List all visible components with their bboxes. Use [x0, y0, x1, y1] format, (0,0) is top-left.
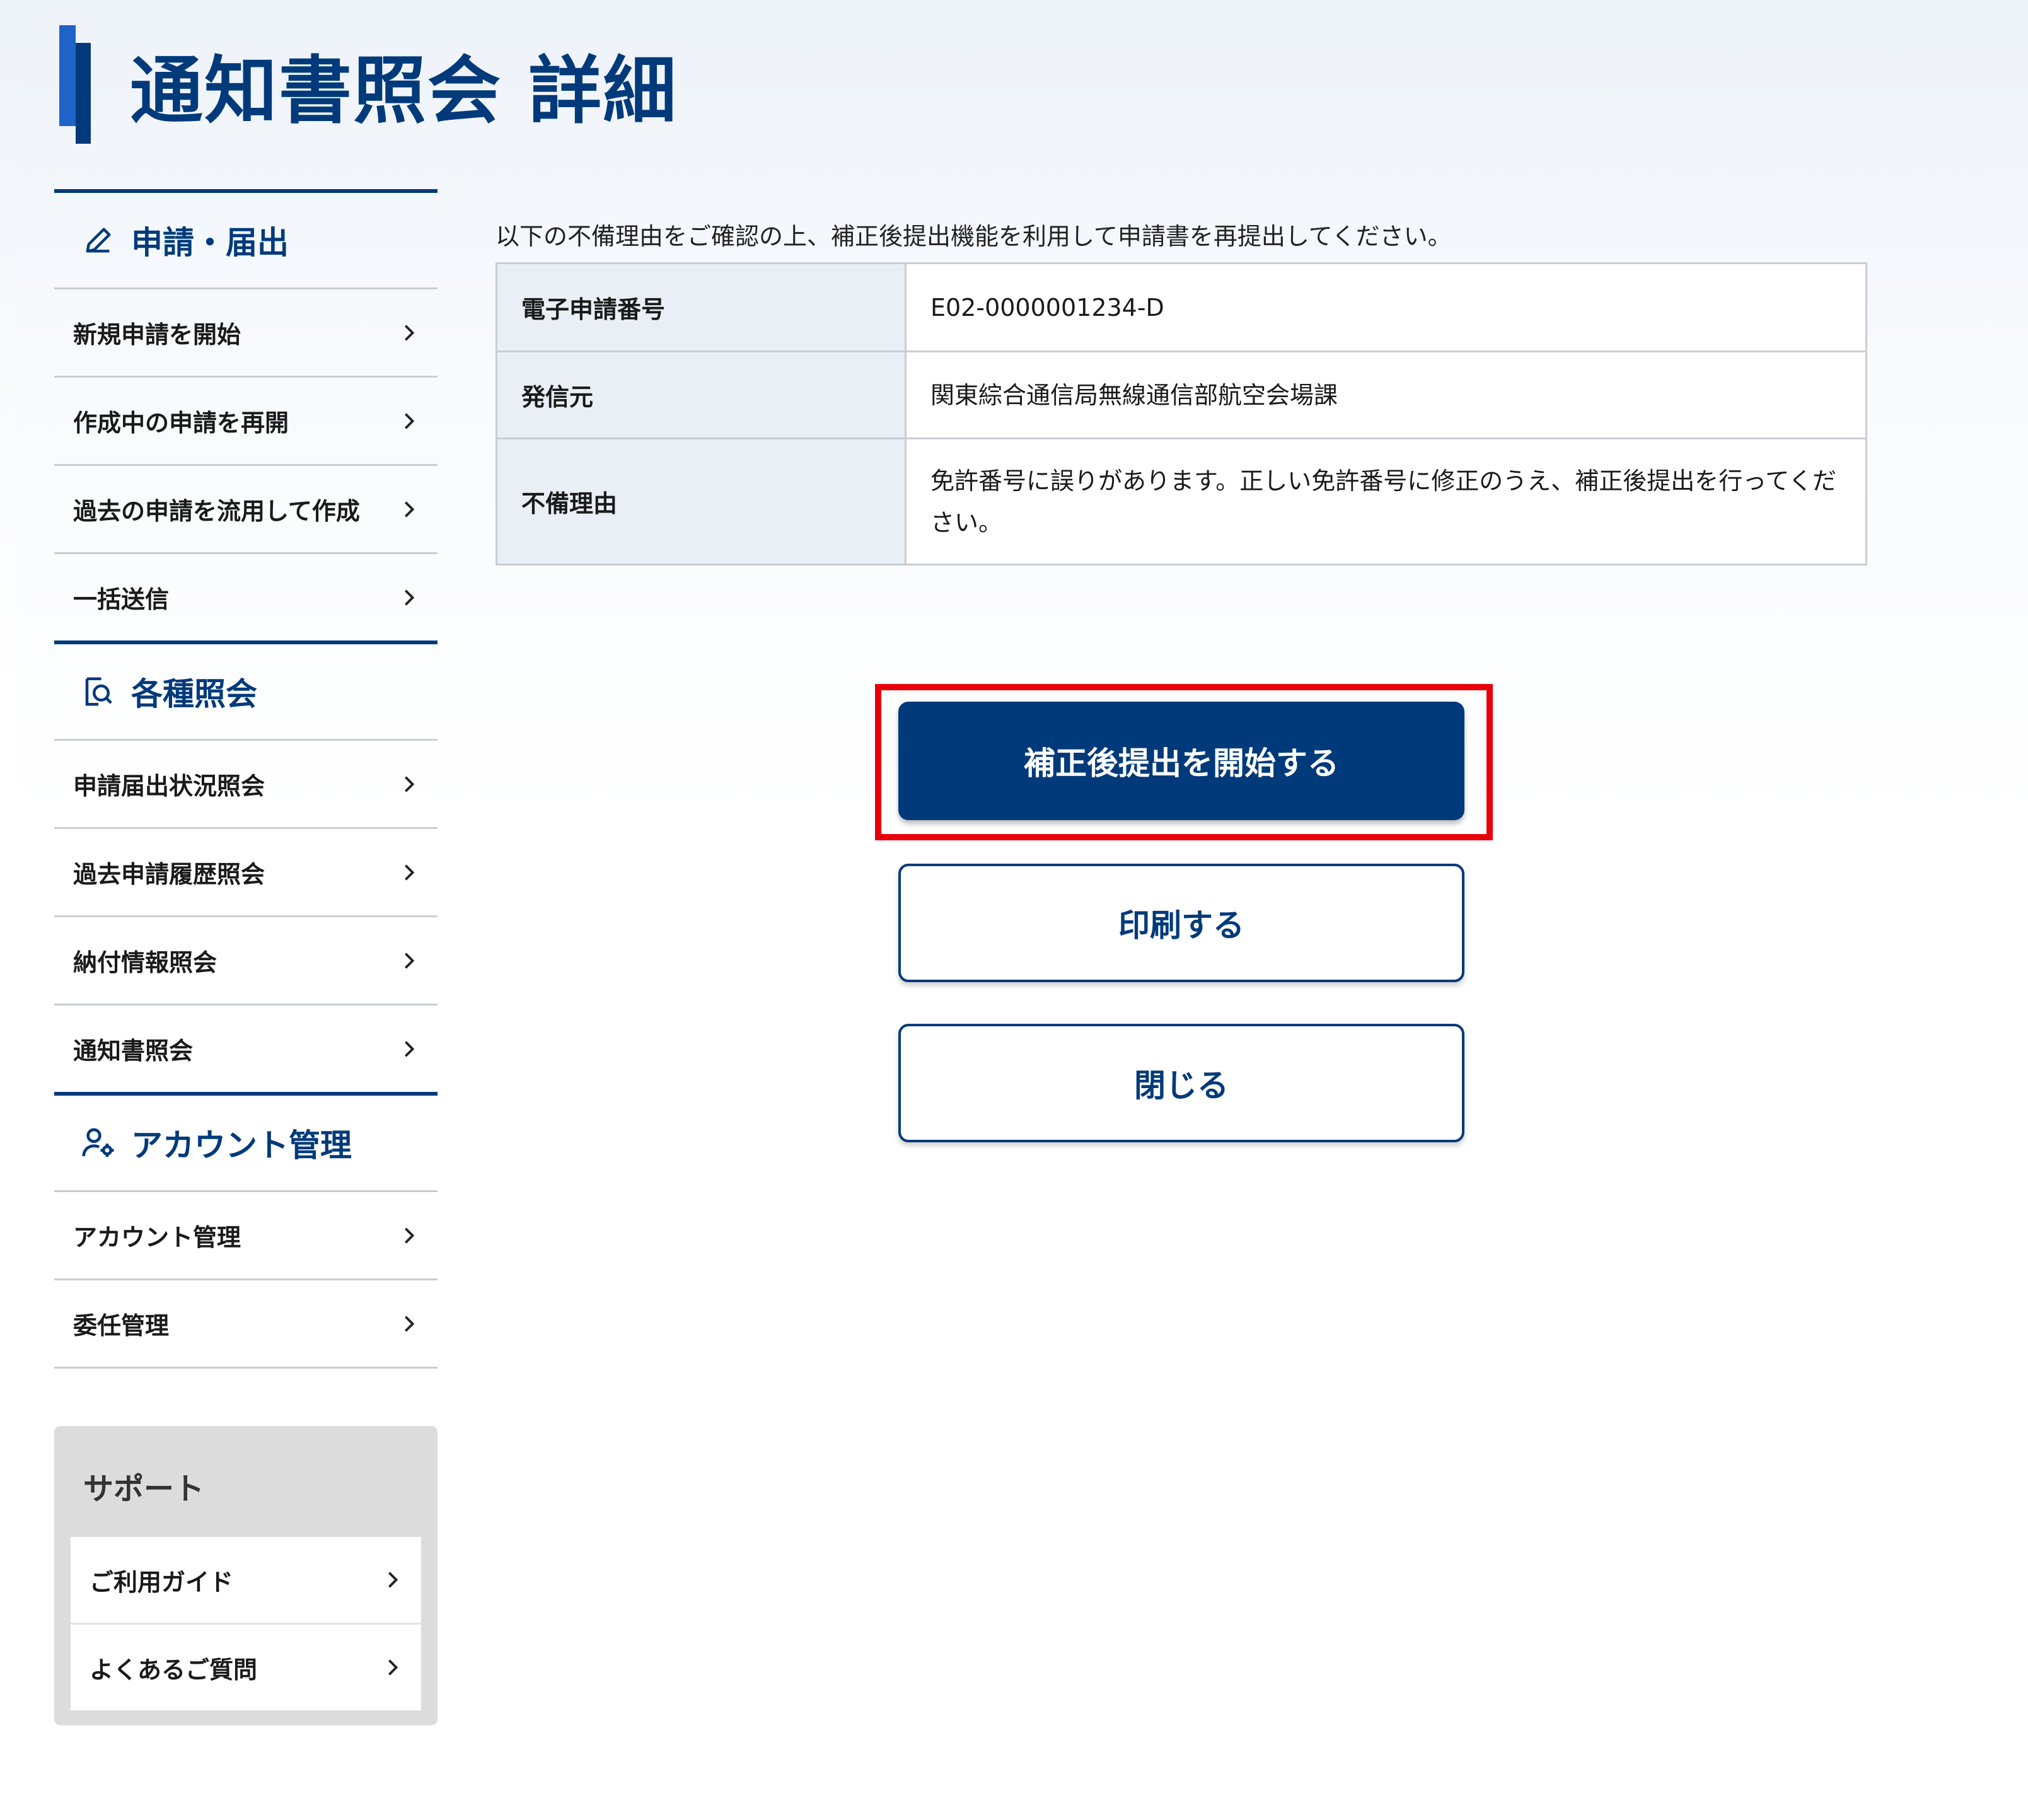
sidebar-item-label: 過去の申請を流用して作成 — [73, 497, 360, 525]
sidebar-item-past-history[interactable]: 過去申請履歴照会 — [54, 829, 437, 917]
sidebar-item-application-status[interactable]: 申請届出状況照会 — [54, 741, 437, 829]
chevron-right-icon — [400, 588, 419, 607]
sidebar-item-notice-inquiry[interactable]: 通知書照会 — [54, 1006, 437, 1092]
nav-heading-label: 各種照会 — [131, 676, 257, 712]
sidebar-item-payment-info[interactable]: 納付情報照会 — [54, 917, 437, 1006]
support-list: ご利用ガイド よくあるご質問 — [71, 1537, 421, 1710]
chevron-right-icon — [400, 1040, 419, 1058]
close-button[interactable]: 閉じる — [898, 1024, 1464, 1142]
sidebar-item-account-management[interactable]: アカウント管理 — [54, 1192, 437, 1280]
nav-section-account: アカウント管理 アカウント管理 委任管理 — [54, 1092, 437, 1369]
chevron-right-icon — [383, 1658, 402, 1677]
sidebar-item-label: 通知書照会 — [73, 1037, 194, 1065]
support-item-faq[interactable]: よくあるご質問 — [71, 1625, 421, 1710]
support-item-label: ご利用ガイド — [90, 1568, 234, 1596]
start-correction-button[interactable]: 補正後提出を開始する — [898, 702, 1464, 820]
pencil-icon — [79, 221, 117, 259]
table-value-deficiency-reason: 免許番号に誤りがあります。正しい免許番号に修正のうえ、補正後提出を行ってください… — [905, 438, 1867, 565]
sidebar-item-label: 納付情報照会 — [73, 949, 217, 977]
chevron-right-icon — [400, 412, 419, 431]
intro-text: 以下の不備理由をご確認の上、補正後提出機能を利用して申請書を再提出してください。 — [495, 223, 1452, 250]
chevron-right-icon — [400, 500, 419, 519]
table-label-deficiency-reason: 不備理由 — [495, 438, 907, 565]
support-heading: サポート — [83, 1471, 205, 1507]
sidebar-item-label: 委任管理 — [73, 1312, 170, 1340]
table-label-application-number: 電子申請番号 — [495, 262, 907, 352]
chevron-right-icon — [400, 1226, 419, 1245]
sidebar: 申請・届出 新規申請を開始 作成中の申請を再開 過去の申請を流用して作成 一括送… — [54, 189, 437, 1369]
nav-heading-inquiries: 各種照会 — [54, 644, 437, 741]
nav-section-inquiries: 各種照会 申請届出状況照会 過去申請履歴照会 納付情報照会 通知書照会 — [54, 640, 437, 1092]
nav-heading-account: アカウント管理 — [54, 1096, 437, 1192]
page-title: 通知書照会 詳細 — [130, 49, 678, 134]
table-value-application-number: E02-0000001234-D — [905, 262, 1867, 352]
table-row: 不備理由 免許番号に誤りがあります。正しい免許番号に修正のうえ、補正後提出を行っ… — [495, 438, 1867, 565]
sidebar-item-label: 新規申請を開始 — [73, 321, 241, 349]
document-search-icon — [79, 673, 117, 710]
support-panel: サポート ご利用ガイド よくあるご質問 — [54, 1426, 437, 1725]
chevron-right-icon — [400, 951, 419, 970]
sidebar-item-label: アカウント管理 — [73, 1224, 241, 1251]
table-value-sender: 関東綜合通信局無線通信部航空会場課 — [905, 351, 1867, 439]
sidebar-item-resume-draft[interactable]: 作成中の申請を再開 — [54, 378, 437, 466]
print-button[interactable]: 印刷する — [898, 864, 1464, 982]
sidebar-item-label: 一括送信 — [73, 586, 170, 613]
title-accent-bar — [59, 25, 95, 144]
chevron-right-icon — [383, 1570, 402, 1589]
sidebar-item-label: 過去申請履歴照会 — [73, 861, 265, 888]
notice-detail-table: 電子申請番号 E02-0000001234-D 発信元 関東綜合通信局無線通信部… — [495, 262, 1867, 565]
sidebar-item-label: 作成中の申請を再開 — [73, 409, 289, 437]
nav-heading-label: 申請・届出 — [131, 224, 289, 261]
chevron-right-icon — [400, 775, 419, 794]
sidebar-item-bulk-send[interactable]: 一括送信 — [54, 554, 437, 640]
support-item-guide[interactable]: ご利用ガイド — [71, 1537, 421, 1625]
table-row: 電子申請番号 E02-0000001234-D — [495, 262, 1867, 352]
sidebar-item-new-application[interactable]: 新規申請を開始 — [54, 289, 437, 378]
table-label-sender: 発信元 — [495, 351, 907, 439]
user-gear-icon — [79, 1124, 117, 1162]
chevron-right-icon — [400, 863, 419, 882]
nav-section-application: 申請・届出 新規申請を開始 作成中の申請を再開 過去の申請を流用して作成 一括送… — [54, 189, 437, 640]
nav-heading-application: 申請・届出 — [54, 193, 437, 289]
nav-heading-label: アカウント管理 — [131, 1127, 352, 1164]
chevron-right-icon — [400, 1314, 419, 1333]
sidebar-item-reuse-past[interactable]: 過去の申請を流用して作成 — [54, 466, 437, 554]
support-item-label: よくあるご質問 — [90, 1655, 258, 1684]
sidebar-item-label: 申請届出状況照会 — [73, 772, 265, 800]
table-row: 発信元 関東綜合通信局無線通信部航空会場課 — [495, 351, 1867, 439]
chevron-right-icon — [400, 323, 419, 342]
sidebar-item-delegation[interactable]: 委任管理 — [54, 1280, 437, 1369]
